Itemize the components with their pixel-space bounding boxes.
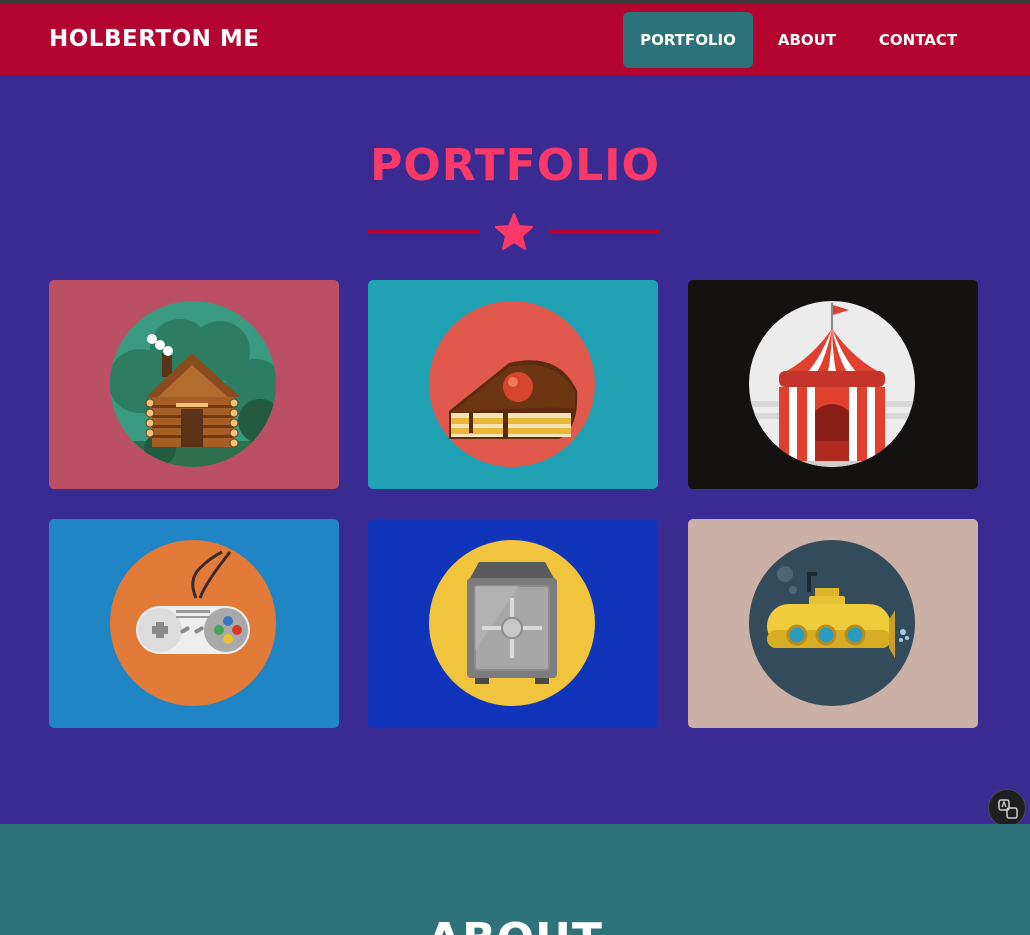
portfolio-item-submarine[interactable] [688, 519, 978, 728]
portfolio-item-safe[interactable] [368, 519, 658, 728]
divider-left [368, 230, 480, 233]
nav-contact[interactable]: CONTACT [866, 12, 970, 68]
circus-tent-icon [749, 301, 915, 467]
game-controller-icon [110, 540, 276, 706]
navbar: HOLBERTON ME PORTFOLIO ABOUT CONTACT [0, 4, 1030, 75]
nav-about[interactable]: ABOUT [764, 12, 850, 68]
translate-icon [998, 799, 1018, 819]
cake-icon [429, 301, 595, 467]
portfolio-item-cabin[interactable] [49, 280, 339, 489]
portfolio-item-cake[interactable] [368, 280, 658, 489]
portfolio-title: PORTFOLIO [370, 140, 660, 191]
brand-logo[interactable]: HOLBERTON ME [49, 26, 259, 52]
portfolio-item-circus[interactable] [688, 280, 978, 489]
star-icon [495, 213, 533, 250]
nav-portfolio[interactable]: PORTFOLIO [623, 12, 753, 68]
divider-right [549, 230, 659, 233]
portfolio-item-controller[interactable] [49, 519, 339, 728]
translate-button[interactable] [988, 789, 1026, 827]
submarine-icon [749, 540, 915, 706]
cabin-icon [110, 301, 276, 467]
safe-icon [429, 540, 595, 706]
about-section: ABOUT [0, 824, 1030, 935]
about-title: ABOUT [0, 914, 1030, 935]
